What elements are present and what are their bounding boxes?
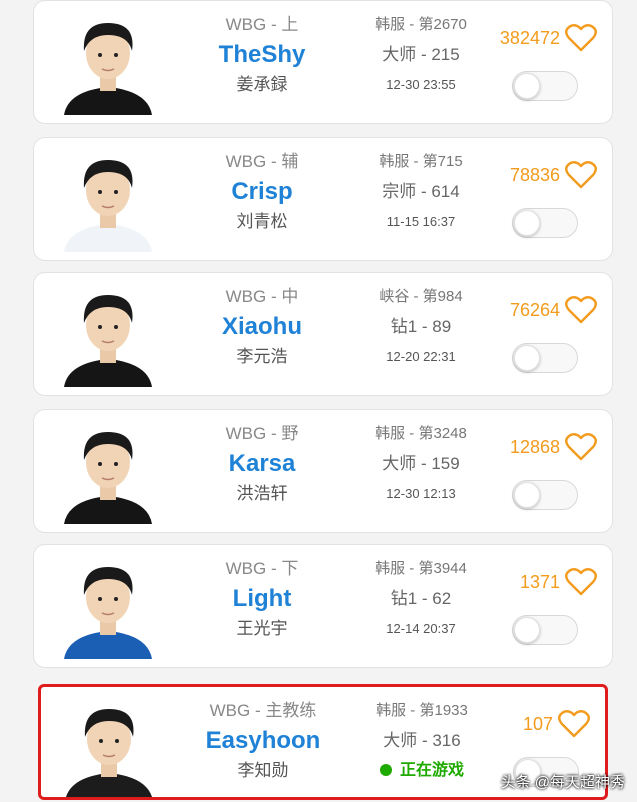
like-button[interactable]: 76264 — [510, 295, 598, 325]
toggle-knob — [514, 345, 540, 371]
player-card[interactable]: WBG - 野 Karsa 洪浩轩 韩服 - 第3248 大师 - 159 12… — [33, 409, 613, 533]
like-button[interactable]: 12868 — [510, 432, 598, 462]
player-info: WBG - 下 Light 王光宇 — [182, 557, 342, 641]
rank-info: 韩服 - 第715 宗师 - 614 11-15 16:37 — [350, 150, 492, 234]
player-avatar — [64, 432, 152, 524]
player-name[interactable]: Crisp — [182, 174, 342, 210]
player-info: WBG - 上 TheShy 姜承録 — [182, 13, 342, 97]
player-realname: 洪浩轩 — [236, 484, 288, 503]
player-realname: 李知勋 — [237, 761, 289, 780]
player-name[interactable]: Xiaohu — [182, 309, 342, 345]
rank-info: 韩服 - 第2670 大师 - 215 12-30 23:55 — [350, 13, 492, 97]
team-position: WBG - 下 — [225, 559, 299, 578]
last-online-time: 12-20 22:31 — [386, 349, 456, 364]
like-button[interactable]: 1371 — [520, 567, 598, 597]
server-rank: 韩服 - 第3944 — [375, 560, 467, 577]
heart-outline-icon[interactable] — [564, 295, 598, 325]
notify-toggle[interactable] — [512, 71, 578, 101]
player-info: WBG - 辅 Crisp 刘青松 — [182, 150, 342, 234]
tier-points: 大师 - 159 — [382, 454, 460, 473]
heart-outline-icon[interactable] — [564, 567, 598, 597]
toggle-knob — [514, 482, 540, 508]
player-card[interactable]: WBG - 中 Xiaohu 李元浩 峡谷 - 第984 钻1 - 89 12-… — [33, 272, 613, 396]
last-online-time: 12-30 23:55 — [386, 77, 456, 92]
like-count: 1371 — [519, 571, 560, 592]
tier-points: 钻1 - 89 — [390, 317, 452, 336]
notify-toggle[interactable] — [512, 208, 578, 238]
live-status-text: 正在游戏 — [399, 762, 464, 779]
player-realname: 刘青松 — [236, 212, 288, 231]
rank-info: 峡谷 - 第984 钻1 - 89 12-20 22:31 — [350, 285, 492, 369]
like-count: 78836 — [509, 164, 560, 185]
tier-points: 大师 - 316 — [383, 731, 461, 750]
tier-points: 钻1 - 62 — [390, 589, 452, 608]
tier-points: 宗师 - 614 — [382, 182, 460, 201]
last-online-time: 12-30 12:13 — [386, 486, 456, 501]
heart-outline-icon[interactable] — [557, 709, 591, 739]
tier-points: 大师 - 215 — [382, 45, 460, 64]
like-button[interactable]: 78836 — [510, 160, 598, 190]
toggle-knob — [514, 210, 540, 236]
notify-toggle[interactable] — [512, 343, 578, 373]
player-info: WBG - 中 Xiaohu 李元浩 — [182, 285, 342, 369]
player-name[interactable]: Light — [182, 581, 342, 617]
like-count: 76264 — [509, 299, 560, 320]
notify-toggle[interactable] — [512, 480, 578, 510]
team-position: WBG - 上 — [225, 15, 299, 34]
player-name[interactable]: TheShy — [182, 37, 342, 73]
player-avatar — [64, 23, 152, 115]
like-button[interactable]: 382472 — [500, 23, 598, 53]
toggle-knob — [514, 73, 540, 99]
player-realname: 李元浩 — [236, 347, 288, 366]
like-count: 382472 — [499, 27, 560, 48]
rank-info: 韩服 - 第1933 大师 - 316 正在游戏 — [351, 699, 493, 783]
team-position: WBG - 主教练 — [209, 701, 317, 720]
server-rank: 韩服 - 第3248 — [375, 425, 467, 442]
player-avatar — [64, 567, 152, 659]
notify-toggle[interactable] — [512, 615, 578, 645]
player-realname: 王光宇 — [236, 619, 288, 638]
player-card[interactable]: WBG - 辅 Crisp 刘青松 韩服 - 第715 宗师 - 614 11-… — [33, 137, 613, 261]
live-status: 正在游戏 — [351, 759, 493, 783]
rank-info: 韩服 - 第3248 大师 - 159 12-30 12:13 — [350, 422, 492, 506]
last-online-time: 11-15 16:37 — [386, 214, 456, 229]
team-position: WBG - 野 — [225, 424, 299, 443]
like-count: 12868 — [509, 436, 560, 457]
heart-outline-icon[interactable] — [564, 160, 598, 190]
player-avatar — [66, 709, 152, 797]
server-rank: 韩服 - 第715 — [379, 153, 463, 170]
heart-outline-icon[interactable] — [564, 432, 598, 462]
heart-outline-icon[interactable] — [564, 23, 598, 53]
team-position: WBG - 中 — [225, 287, 299, 306]
last-online-time: 12-14 20:37 — [386, 621, 456, 636]
server-rank: 韩服 - 第1933 — [376, 702, 468, 719]
server-rank: 峡谷 - 第984 — [379, 288, 463, 305]
player-card[interactable]: WBG - 上 TheShy 姜承録 韩服 - 第2670 大师 - 215 1… — [33, 0, 613, 124]
player-name[interactable]: Karsa — [182, 446, 342, 482]
player-name[interactable]: Easyhoon — [183, 723, 343, 759]
player-card[interactable]: WBG - 下 Light 王光宇 韩服 - 第3944 钻1 - 62 12-… — [33, 544, 613, 668]
like-count: 107 — [522, 713, 553, 734]
rank-info: 韩服 - 第3944 钻1 - 62 12-14 20:37 — [350, 557, 492, 641]
team-position: WBG - 辅 — [225, 152, 299, 171]
player-avatar — [64, 160, 152, 252]
watermark: 头条 @每天超神秀 — [500, 774, 625, 791]
player-realname: 姜承録 — [236, 75, 288, 94]
like-button[interactable]: 107 — [523, 709, 591, 739]
green-dot-icon — [379, 764, 392, 776]
player-info: WBG - 野 Karsa 洪浩轩 — [182, 422, 342, 506]
toggle-knob — [514, 617, 540, 643]
server-rank: 韩服 - 第2670 — [375, 16, 467, 33]
player-info: WBG - 主教练 Easyhoon 李知勋 — [183, 699, 343, 783]
player-avatar — [64, 295, 152, 387]
